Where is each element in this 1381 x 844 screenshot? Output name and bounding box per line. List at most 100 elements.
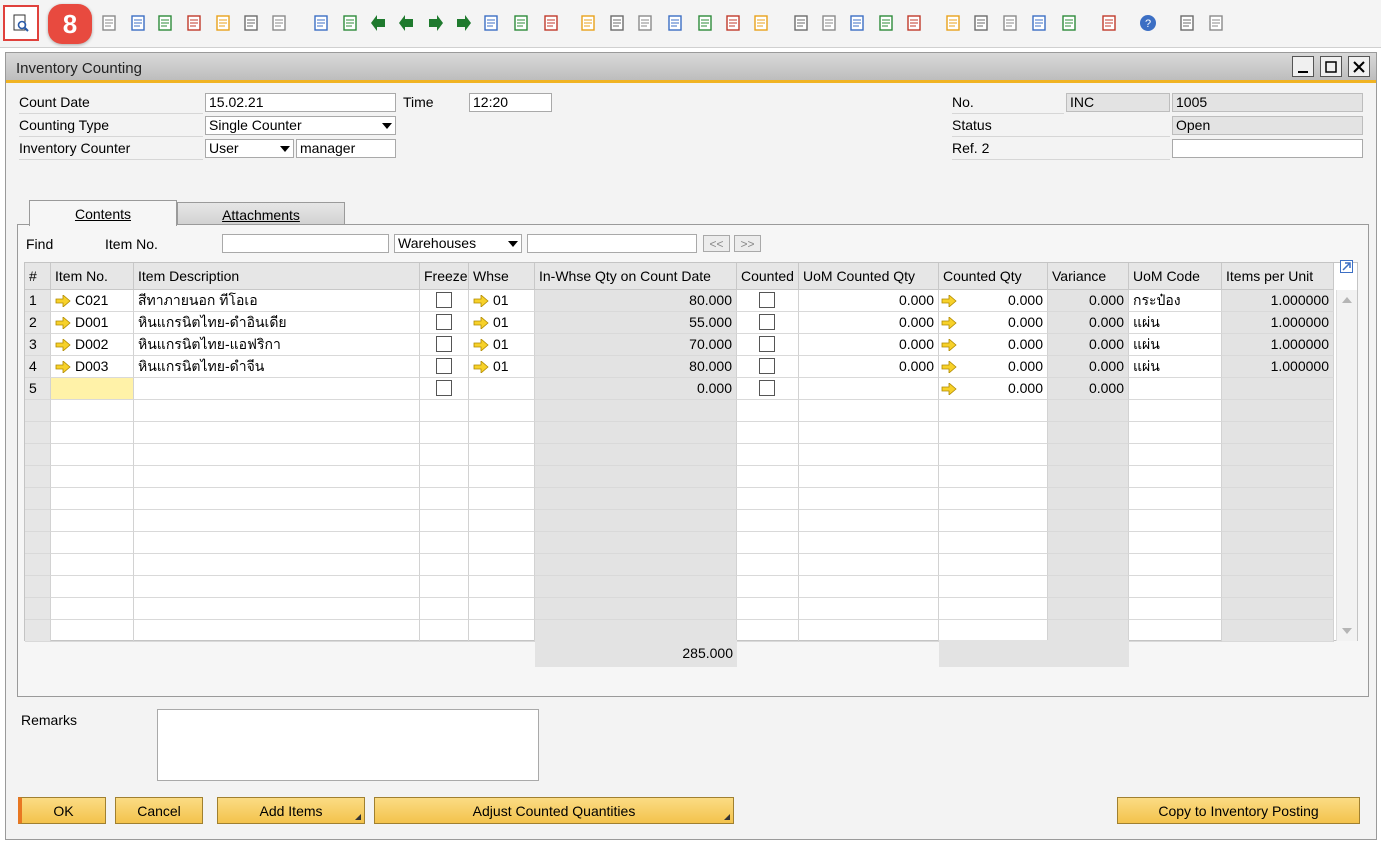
grid-cell-desc[interactable] xyxy=(134,510,420,532)
counted-checkbox[interactable] xyxy=(759,314,775,330)
grid-cell-items-per-unit[interactable]: 1.000000 xyxy=(1222,312,1334,334)
grid-cell-variance[interactable]: 0.000 xyxy=(1048,378,1129,400)
copy-to-inventory-posting-button[interactable]: Copy to Inventory Posting xyxy=(1117,797,1360,824)
grid-cell-desc[interactable] xyxy=(134,488,420,510)
grid-cell-item-no[interactable] xyxy=(51,554,134,576)
time-field[interactable]: 12:20 xyxy=(469,93,552,112)
grid-cell-counted-qty[interactable] xyxy=(939,532,1048,554)
transaction-icon[interactable] xyxy=(1205,12,1227,34)
last-record-icon[interactable] xyxy=(452,12,474,34)
grid-cell-uom-counted-qty[interactable]: 0.000 xyxy=(799,312,939,334)
freeze-checkbox[interactable] xyxy=(435,380,452,396)
grid-cell-item-no[interactable]: D003 xyxy=(51,356,134,378)
grid-cell-desc[interactable] xyxy=(134,400,420,422)
grid-cell-counted[interactable] xyxy=(737,400,799,422)
grid-cell-uom-counted-qty[interactable] xyxy=(799,444,939,466)
print-icon[interactable] xyxy=(98,12,120,34)
grid-cell-inwhse-qty[interactable] xyxy=(535,532,737,554)
grid-cell-whse[interactable]: 01 xyxy=(469,290,535,312)
grid-cell-variance[interactable] xyxy=(1048,532,1129,554)
grid-cell-counted-qty[interactable] xyxy=(939,488,1048,510)
grid-cell-items-per-unit[interactable] xyxy=(1222,488,1334,510)
link-arrow-icon[interactable] xyxy=(473,358,493,374)
grid-cell-counted-qty[interactable] xyxy=(939,598,1048,620)
grid-cell-items-per-unit[interactable] xyxy=(1222,510,1334,532)
find-input[interactable] xyxy=(222,234,389,253)
grid-cell-inwhse-qty[interactable]: 55.000 xyxy=(535,312,737,334)
grid-cell-counted-qty[interactable] xyxy=(939,400,1048,422)
grid-cell-uom-counted-qty[interactable] xyxy=(799,510,939,532)
grid-cell-desc[interactable] xyxy=(134,554,420,576)
grid-cell-counted[interactable] xyxy=(737,290,799,312)
grid-cell-freeze[interactable] xyxy=(420,400,469,422)
counted-checkbox[interactable] xyxy=(759,292,775,308)
grid-cell-inwhse-qty[interactable] xyxy=(535,576,737,598)
find-next-button[interactable]: >> xyxy=(734,235,761,252)
report-icon[interactable] xyxy=(722,12,744,34)
grid-cell-variance[interactable] xyxy=(1048,444,1129,466)
grid-cell-counted[interactable] xyxy=(737,466,799,488)
grid-cell-uom-counted-qty[interactable] xyxy=(799,532,939,554)
title-bar[interactable]: Inventory Counting xyxy=(6,53,1376,83)
grid-cell-freeze[interactable] xyxy=(420,444,469,466)
grid-cell-item-no[interactable]: D001 xyxy=(51,312,134,334)
grid-cell-inwhse-qty[interactable] xyxy=(535,620,737,642)
grid-cell-inwhse-qty[interactable] xyxy=(535,444,737,466)
grid-cell-freeze[interactable] xyxy=(420,488,469,510)
grid-cell-counted[interactable] xyxy=(737,312,799,334)
grid-cell-whse[interactable] xyxy=(469,488,535,510)
grid-cell-uom-counted-qty[interactable] xyxy=(799,400,939,422)
count-date-field[interactable]: 15.02.21 xyxy=(205,93,396,112)
base-document-icon[interactable] xyxy=(577,12,599,34)
grid-cell-desc[interactable]: สีทาภายนอก ทีโอเอ xyxy=(134,290,420,312)
grid-cell-item-no[interactable] xyxy=(51,576,134,598)
column-header[interactable]: Freeze xyxy=(420,263,469,290)
freeze-checkbox[interactable] xyxy=(435,336,452,352)
grid-cell-freeze[interactable] xyxy=(420,290,469,312)
grid-cell-inwhse-qty[interactable] xyxy=(535,400,737,422)
grid-cell-whse[interactable] xyxy=(469,466,535,488)
grid-cell-inwhse-qty[interactable] xyxy=(535,422,737,444)
grid-cell-desc[interactable] xyxy=(134,620,420,642)
series-field[interactable]: INC xyxy=(1066,93,1170,112)
grid-cell-counted-qty[interactable] xyxy=(939,444,1048,466)
grid-cell-desc[interactable] xyxy=(134,378,420,400)
grid-cell-uom-counted-qty[interactable] xyxy=(799,554,939,576)
grid-cell-freeze[interactable] xyxy=(420,598,469,620)
word-icon[interactable] xyxy=(183,12,205,34)
grid-cell-uom-code[interactable] xyxy=(1129,598,1222,620)
warehouse-select[interactable]: Warehouses xyxy=(394,234,522,253)
grid-cell-item-no[interactable] xyxy=(51,466,134,488)
grid-cell-counted-qty[interactable]: 0.000 xyxy=(939,312,1048,334)
grid-cell-desc[interactable] xyxy=(134,422,420,444)
grid-cell-variance[interactable] xyxy=(1048,400,1129,422)
grid-cell-uom-counted-qty[interactable]: 0.000 xyxy=(799,290,939,312)
grid-cell-uom-code[interactable] xyxy=(1129,444,1222,466)
grid-cell-items-per-unit[interactable] xyxy=(1222,378,1334,400)
grid-cell-items-per-unit[interactable]: 1.000000 xyxy=(1222,356,1334,378)
grid-cell-counted[interactable] xyxy=(737,356,799,378)
grid-cell-variance[interactable] xyxy=(1048,488,1129,510)
grid-cell-freeze[interactable] xyxy=(420,620,469,642)
grid-cell-variance[interactable] xyxy=(1048,554,1129,576)
sort-icon[interactable] xyxy=(540,12,562,34)
tab-attachments[interactable]: Attachments xyxy=(177,202,345,226)
edit-icon[interactable] xyxy=(790,12,812,34)
grid-cell-freeze[interactable] xyxy=(420,422,469,444)
grid-cell-counted[interactable] xyxy=(737,598,799,620)
ref2-field[interactable] xyxy=(1172,139,1363,158)
chat-icon[interactable] xyxy=(903,12,925,34)
grid-cell-item-no[interactable]: C021 xyxy=(51,290,134,312)
grid-cell-items-per-unit[interactable] xyxy=(1222,466,1334,488)
link-arrow-icon[interactable] xyxy=(55,314,75,330)
new-document-icon[interactable] xyxy=(818,12,840,34)
grid-cell-counted[interactable] xyxy=(737,422,799,444)
filter-icon[interactable] xyxy=(510,12,532,34)
grid-cell-inwhse-qty[interactable]: 0.000 xyxy=(535,378,737,400)
grid-cell-inwhse-qty[interactable] xyxy=(535,554,737,576)
grid-cell-counted[interactable] xyxy=(737,620,799,642)
grid-cell-inwhse-qty[interactable] xyxy=(535,466,737,488)
grid-cell-uom-code[interactable] xyxy=(1129,554,1222,576)
grid-cell-variance[interactable] xyxy=(1048,598,1129,620)
grid-cell-counted[interactable] xyxy=(737,554,799,576)
